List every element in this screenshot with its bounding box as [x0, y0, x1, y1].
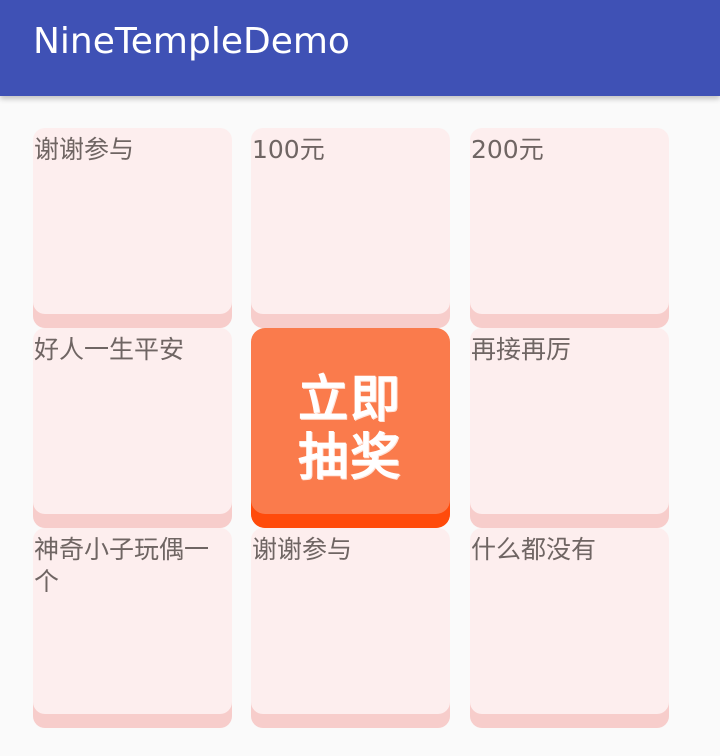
app-title: NineTempleDemo [33, 21, 350, 62]
start-draw-button[interactable]: 立即抽奖 [251, 328, 450, 528]
prize-label: 100元 [252, 135, 325, 164]
prize-label: 好人一生平安 [34, 335, 185, 364]
prize-label: 什么都没有 [471, 535, 597, 564]
prize-cell-7[interactable]: 谢谢参与 [251, 528, 450, 728]
prize-cell-8[interactable]: 什么都没有 [470, 528, 669, 728]
start-draw-label: 立即抽奖 [298, 370, 402, 486]
prize-cell-4[interactable]: 好人一生平安 [33, 328, 232, 528]
prize-label: 谢谢参与 [34, 135, 135, 164]
prize-label: 神奇小子玩偶一个 [34, 535, 210, 596]
prize-label: 再接再厉 [471, 335, 572, 364]
prize-cell-6[interactable]: 神奇小子玩偶一个 [33, 528, 232, 728]
prize-cell-3[interactable]: 200元 [470, 128, 669, 328]
prize-label: 200元 [471, 135, 544, 164]
lottery-grid: 谢谢参与 100元 200元 好人一生平安 立即抽奖 再接再厉 神奇小子玩偶一个… [0, 96, 720, 756]
prize-label: 谢谢参与 [252, 535, 353, 564]
app-bar: NineTempleDemo [0, 0, 720, 96]
prize-cell-2[interactable]: 100元 [251, 128, 450, 328]
prize-cell-5[interactable]: 再接再厉 [470, 328, 669, 528]
prize-cell-1[interactable]: 谢谢参与 [33, 128, 232, 328]
